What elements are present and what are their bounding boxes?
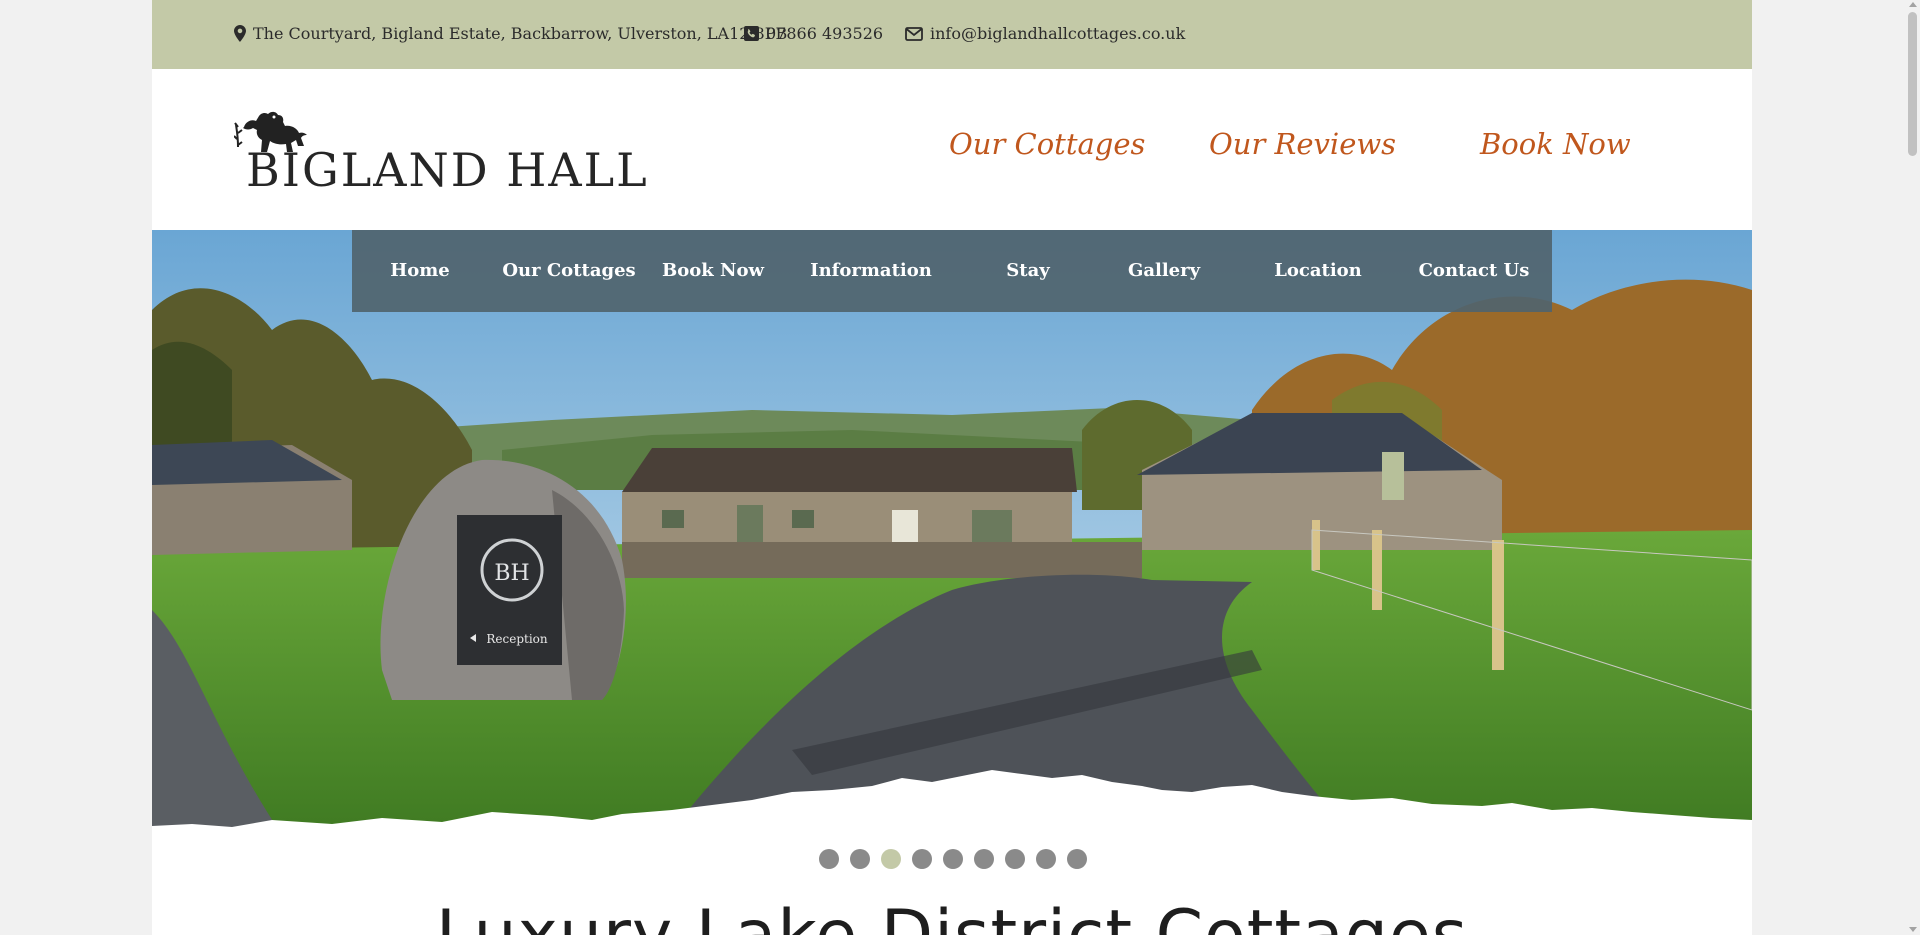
sign-reception: Reception (486, 632, 548, 646)
nav-item-contact-us[interactable]: Contact Us (1419, 260, 1530, 281)
nav-item-our-cottages[interactable]: Our Cottages (502, 260, 635, 281)
page-scrollbar[interactable] (1905, 0, 1920, 935)
contact-bar: The Courtyard, Bigland Estate, Backbarro… (152, 0, 1752, 69)
site-logo[interactable]: BIGLAND HALL (234, 97, 647, 202)
slider-dot[interactable] (850, 849, 870, 869)
slider-dot[interactable] (1067, 849, 1087, 869)
phone-icon (744, 26, 759, 41)
scrollbar-thumb[interactable] (1908, 12, 1917, 156)
main-nav: Home Our Cottages Book Now Information S… (352, 230, 1552, 312)
nav-item-home[interactable]: Home (390, 260, 450, 281)
nav-item-gallery[interactable]: Gallery (1128, 260, 1200, 281)
slider-dot[interactable] (1036, 849, 1056, 869)
email-link[interactable]: info@biglandhallcottages.co.uk (930, 24, 1185, 43)
slider-dot[interactable] (881, 849, 901, 869)
phone-item[interactable]: 07866 493526 (744, 24, 883, 43)
scroll-down-arrow-icon[interactable] (1909, 927, 1917, 932)
header-link-our-cottages[interactable]: Our Cottages (949, 127, 1145, 161)
map-pin-icon (234, 25, 246, 42)
header-link-book-now[interactable]: Book Now (1480, 127, 1631, 161)
address-text: The Courtyard, Bigland Estate, Backbarro… (253, 24, 788, 43)
nav-item-location[interactable]: Location (1274, 260, 1362, 281)
hero-image: BH Reception (152, 230, 1752, 835)
hero-slideshow: BH Reception (152, 230, 1752, 835)
nav-item-book-now[interactable]: Book Now (662, 260, 764, 281)
site-header: BIGLAND HALL Our Cottages Our Reviews Bo… (152, 69, 1752, 230)
slider-dot[interactable] (1005, 849, 1025, 869)
slider-dot[interactable] (974, 849, 994, 869)
slider-dot[interactable] (943, 849, 963, 869)
slider-dot[interactable] (819, 849, 839, 869)
scroll-up-arrow-icon[interactable] (1909, 2, 1917, 7)
slider-dots (819, 849, 1087, 869)
slider-dot[interactable] (912, 849, 932, 869)
phone-text[interactable]: 07866 493526 (766, 24, 883, 43)
page-heading: Luxury Lake District Cottages (152, 896, 1752, 935)
logo-text: BIGLAND HALL (246, 143, 649, 197)
nav-item-stay[interactable]: Stay (1006, 260, 1049, 281)
envelope-icon (905, 26, 923, 41)
page: The Courtyard, Bigland Estate, Backbarro… (152, 0, 1752, 935)
header-link-our-reviews[interactable]: Our Reviews (1209, 127, 1396, 161)
address-item: The Courtyard, Bigland Estate, Backbarro… (234, 24, 787, 43)
email-item[interactable]: info@biglandhallcottages.co.uk (905, 24, 1185, 43)
nav-item-information[interactable]: Information (810, 260, 932, 281)
sign-monogram: BH (494, 561, 529, 586)
